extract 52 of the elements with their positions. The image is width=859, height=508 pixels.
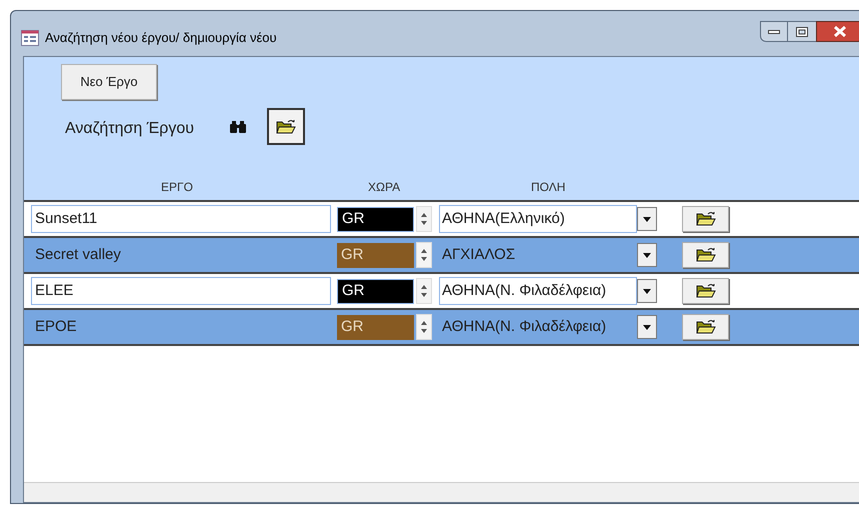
spinner[interactable] [416,314,432,340]
dropdown-button[interactable] [637,243,657,267]
spinner[interactable] [416,278,432,304]
dropdown-button[interactable] [637,315,657,339]
caret-icon [643,252,651,258]
search-label: Αναζήτηση Έργου [65,119,194,139]
city-field[interactable]: ΑΘΗΝΑ(Ν. Φιλαδέλφεια) [439,313,637,341]
up-down-arrows-icon [420,283,428,299]
minimize-icon [768,30,780,34]
folder-icon [276,118,296,134]
project-name-field[interactable]: EPOE [31,313,331,341]
folder-icon [696,319,716,335]
window-title: Αναζήτηση νέου έργου/ δημιουργία νέου [45,29,277,47]
folder-icon [696,283,716,299]
project-name-field[interactable]: Secret valley [31,241,331,269]
city-field[interactable]: ΑΓΧΙΑΛΟΣ [439,241,637,269]
dropdown-button[interactable] [637,207,657,231]
new-project-button[interactable]: Νεο Έργο [61,64,157,100]
project-name-field[interactable]: ELEE [31,277,331,305]
country-field[interactable]: GR [337,278,414,304]
up-down-arrows-icon [420,211,428,227]
open-project-button[interactable] [682,242,729,268]
column-header: ΧΩΡΑ [368,179,400,196]
caret-icon [643,324,651,330]
caret-icon [643,288,651,294]
open-folder-button[interactable] [267,108,305,145]
country-field[interactable]: GR [337,206,414,232]
spinner[interactable] [416,242,432,268]
column-header: ΠΟΛΗ [531,179,566,196]
spinner[interactable] [416,206,432,232]
folder-icon [696,211,716,227]
open-project-button[interactable] [682,314,729,340]
up-down-arrows-icon [420,247,428,263]
city-field[interactable]: ΑΘΗΝΑ(Ν. Φιλαδέλφεια) [439,277,637,305]
close-button[interactable] [816,21,859,42]
up-down-arrows-icon [420,319,428,335]
maximize-icon [796,26,808,36]
project-name-field[interactable]: Sunset11 [31,205,331,233]
minimize-button[interactable] [760,21,788,42]
open-project-button[interactable] [682,206,729,232]
dropdown-button[interactable] [637,279,657,303]
column-header: ΕΡΓΟ [161,179,193,196]
open-project-button[interactable] [682,278,729,304]
maximize-button[interactable] [788,21,816,42]
country-field[interactable]: GR [337,314,414,340]
binoculars-icon[interactable] [229,120,247,134]
city-field[interactable]: ΑΘΗΝΑ(Ελληνικό) [439,205,637,233]
close-icon [833,26,847,37]
form-icon [21,30,39,46]
caret-icon [643,216,651,222]
country-field[interactable]: GR [337,242,414,268]
folder-icon [696,247,716,263]
